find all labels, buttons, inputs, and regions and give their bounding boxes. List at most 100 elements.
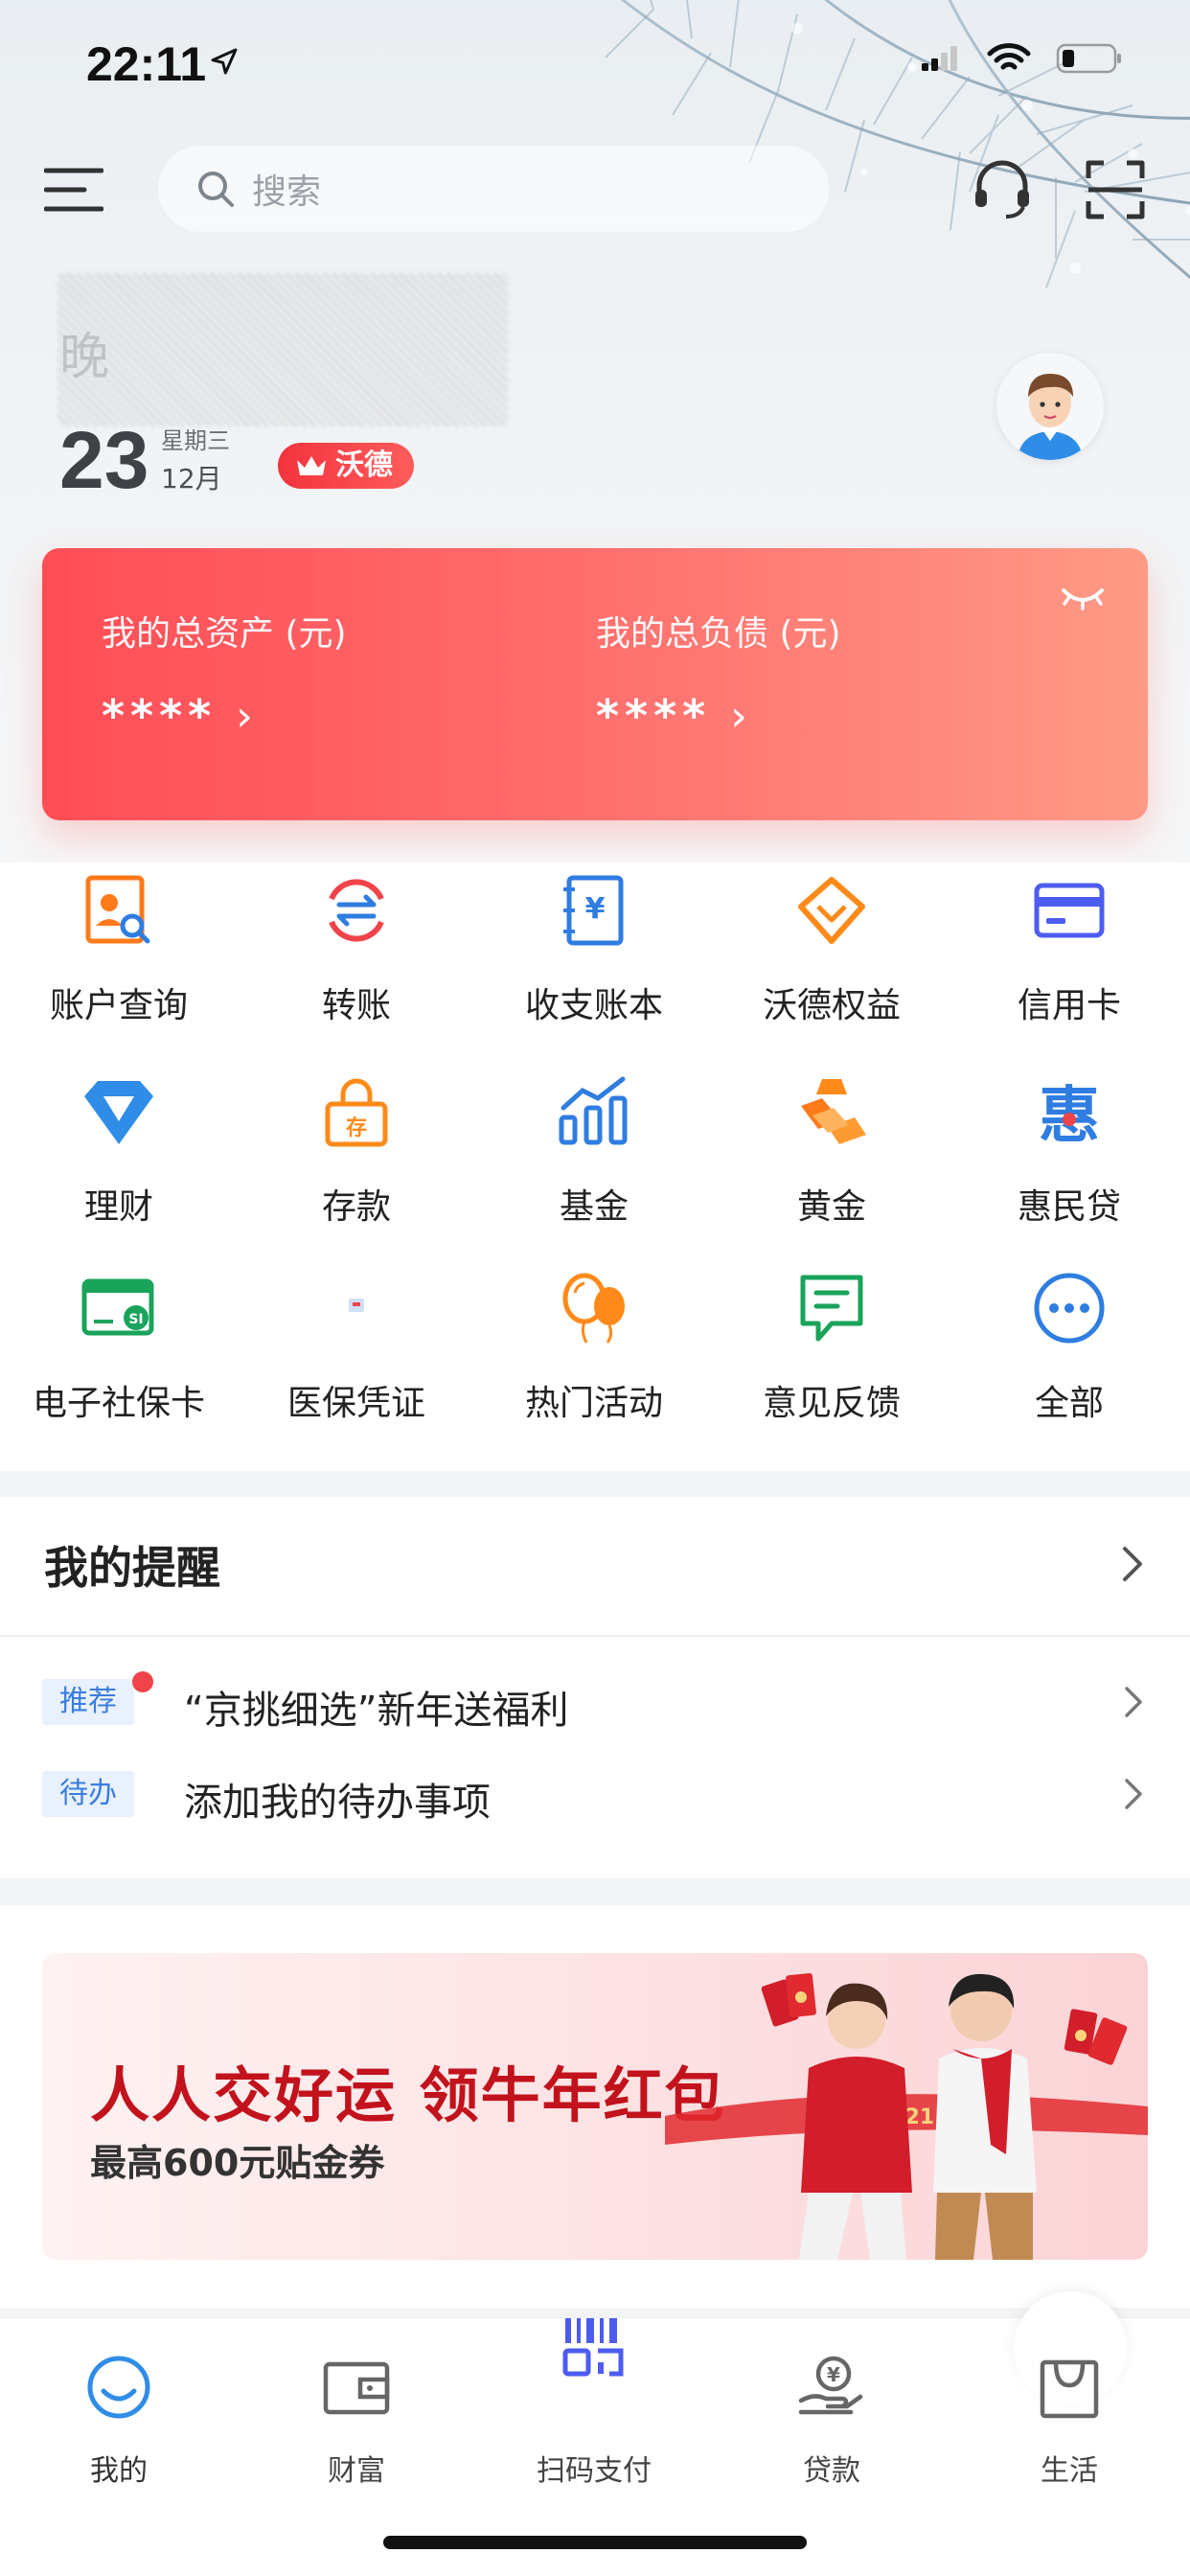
svg-text:SI: SI xyxy=(128,1312,143,1327)
reminder-tag: 推荐 xyxy=(42,1679,134,1725)
svg-text:存: 存 xyxy=(346,1116,367,1140)
total-assets[interactable]: 我的总资产 (元) **** › xyxy=(102,606,347,742)
gold-bars-icon xyxy=(801,1079,866,1144)
tab-mine[interactable]: 我的 xyxy=(0,2318,238,2491)
chevron-right-icon xyxy=(1125,1687,1142,1717)
huimin-loan-icon: 惠 xyxy=(1039,1081,1100,1150)
transfer-icon xyxy=(329,879,384,942)
wifi-icon xyxy=(987,43,1031,70)
svg-text:¥: ¥ xyxy=(827,2363,840,2386)
chevron-right-icon xyxy=(1125,1779,1142,1809)
asset-summary-card: 我的总资产 (元) **** › 我的总负债 (元) **** › xyxy=(42,548,1148,820)
grid-item-transfer[interactable]: 转账 xyxy=(238,862,475,1054)
total-liabilities-amount: **** xyxy=(596,690,712,742)
social-security-card-icon: SI xyxy=(81,1278,154,1336)
grid-item-hot-activities[interactable]: 热门活动 xyxy=(475,1260,713,1452)
crown-icon xyxy=(297,456,326,475)
menu-icon[interactable] xyxy=(44,167,103,215)
tab-label: 扫码支付 xyxy=(537,2454,652,2488)
reminders-title[interactable]: 我的提醒 xyxy=(44,1533,220,1597)
grid-item-label: 黄金 xyxy=(796,1187,866,1227)
banner-title: 人人交好运 领牛年红包 xyxy=(90,2060,726,2130)
smile-icon xyxy=(87,2356,150,2419)
level-badge-label: 沃德 xyxy=(335,448,393,482)
search-placeholder: 搜索 xyxy=(252,172,322,212)
ledger-icon: ¥ xyxy=(563,875,624,946)
search-icon xyxy=(198,172,234,207)
tab-label: 生活 xyxy=(1041,2454,1098,2488)
location-arrow-icon xyxy=(211,48,238,75)
grid-item-all[interactable]: 全部 xyxy=(950,1260,1188,1452)
date-weekday: 星期三 xyxy=(161,427,230,454)
diamond-rights-icon xyxy=(798,877,865,944)
tab-wealth[interactable]: 财富 xyxy=(238,2318,475,2491)
tab-life[interactable]: 生活 xyxy=(950,2318,1188,2491)
total-assets-value: **** › xyxy=(102,690,347,742)
search-input[interactable]: 搜索 xyxy=(158,146,829,232)
date-day: 23 xyxy=(59,415,149,505)
grid-item-credit-card[interactable]: 信用卡 xyxy=(950,862,1188,1054)
grid-item-label: 电子社保卡 xyxy=(32,1384,205,1423)
customer-service-icon[interactable] xyxy=(970,157,1035,222)
grid-item-deposit[interactable]: 存 存款 xyxy=(238,1064,475,1255)
grid-item-label: 惠民贷 xyxy=(1017,1187,1121,1227)
grid-item-rights[interactable]: 沃德权益 xyxy=(713,862,950,1054)
couple-with-red-envelopes-illustration: 2021 xyxy=(665,1972,1148,2260)
medical-insurance-icon xyxy=(349,1299,364,1312)
reminder-item[interactable]: 待办 添加我的待办事项 xyxy=(0,1761,1190,1828)
grid-item-label: 基金 xyxy=(559,1187,629,1227)
reminders-section: 我的提醒 推荐 “京挑细选”新年送福利 待办 添加我的待办事项 xyxy=(0,1497,1190,1878)
promo-section: 人人交好运 领牛年红包 最高600元贴金券 2021 xyxy=(0,1905,1190,2308)
grid-item-gold[interactable]: 黄金 xyxy=(713,1064,950,1255)
grid-item-huimin-loan[interactable]: 惠 惠民贷 xyxy=(950,1064,1188,1255)
total-assets-label: 我的总资产 (元) xyxy=(102,614,347,654)
reminder-text: 添加我的待办事项 xyxy=(184,1781,491,1825)
status-icons xyxy=(920,42,1123,75)
function-grid: 账户查询 转账 ¥ 收支账本 沃德权益 信用卡 理财 存 存款 基金 黄金 惠民… xyxy=(0,862,1190,1471)
loan-hand-icon: ¥ xyxy=(798,2356,863,2415)
hide-eye-icon[interactable] xyxy=(1060,581,1106,613)
reminder-item[interactable]: 推荐 “京挑细选”新年送福利 xyxy=(0,1669,1190,1736)
avatar[interactable] xyxy=(996,353,1104,460)
total-liabilities[interactable]: 我的总负债 (元) **** › xyxy=(596,606,841,742)
status-bar: 22:11 xyxy=(0,0,1190,134)
deposit-lock-icon: 存 xyxy=(325,1078,388,1147)
grid-item-social-security-card[interactable]: SI 电子社保卡 xyxy=(0,1260,238,1452)
grid-item-account-query[interactable]: 账户查询 xyxy=(0,862,238,1054)
tab-loan[interactable]: ¥ 贷款 xyxy=(713,2318,950,2491)
grid-item-medical-insurance[interactable]: 医保凭证 xyxy=(238,1260,475,1452)
greeting-blurred-name xyxy=(57,273,508,426)
wallet-icon xyxy=(323,2361,390,2415)
home-indicator[interactable] xyxy=(383,2536,807,2549)
promo-banner[interactable]: 人人交好运 领牛年红包 最高600元贴金券 2021 xyxy=(42,1953,1148,2260)
total-liabilities-label: 我的总负债 (元) xyxy=(596,614,841,654)
chevron-right-icon[interactable] xyxy=(1119,1543,1146,1585)
grid-item-wealth[interactable]: 理财 xyxy=(0,1064,238,1255)
more-dots-icon xyxy=(1034,1273,1105,1344)
tab-scan-pay[interactable]: 扫码支付 xyxy=(475,2291,1127,2491)
scan-pay-icon xyxy=(562,2318,624,2377)
date-month: 12月 xyxy=(161,463,222,494)
grid-item-fund[interactable]: 基金 xyxy=(475,1064,713,1255)
grid-item-label: 收支账本 xyxy=(524,986,663,1025)
grid-item-label: 全部 xyxy=(1034,1384,1104,1423)
cellular-signal-icon xyxy=(922,46,957,71)
account-query-icon xyxy=(85,875,150,944)
grid-item-label: 医保凭证 xyxy=(286,1384,425,1423)
shopping-bag-icon xyxy=(1040,2359,1099,2419)
grid-item-label: 信用卡 xyxy=(1017,986,1121,1025)
svg-text:¥: ¥ xyxy=(585,892,606,926)
grid-item-ledger[interactable]: ¥ 收支账本 xyxy=(475,862,713,1054)
reminder-tag: 待办 xyxy=(42,1771,134,1817)
scan-icon[interactable] xyxy=(1085,159,1146,220)
wealth-diamond-icon xyxy=(84,1081,153,1144)
total-liabilities-value: **** › xyxy=(596,690,841,742)
chevron-right-icon: › xyxy=(236,691,259,741)
grid-item-label: 转账 xyxy=(321,986,391,1025)
level-badge[interactable]: 沃德 xyxy=(278,443,414,489)
tab-label: 我的 xyxy=(90,2454,148,2488)
grid-item-feedback[interactable]: 意见反馈 xyxy=(713,1260,950,1452)
banner-subtitle: 最高600元贴金券 xyxy=(90,2142,385,2184)
total-assets-amount: **** xyxy=(102,690,217,742)
feedback-icon xyxy=(800,1275,863,1342)
